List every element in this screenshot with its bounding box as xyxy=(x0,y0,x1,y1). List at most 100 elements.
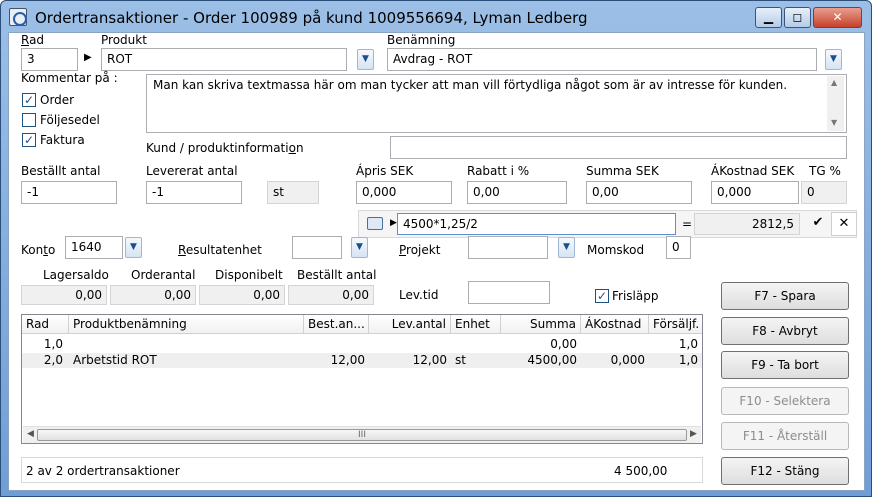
comment-scrollbar[interactable]: ▲ ▼ xyxy=(827,76,844,131)
scroll-right-icon[interactable]: ▶ xyxy=(690,429,697,439)
bestallt-antal-label: Beställt antal xyxy=(21,164,101,178)
faktura-label: Faktura xyxy=(40,133,85,147)
projekt-dropdown-icon[interactable]: ▼ xyxy=(558,237,575,258)
momskod-label: Momskod xyxy=(587,243,645,257)
tg-field: 0 xyxy=(801,181,847,204)
foljesedel-label: Följesedel xyxy=(40,113,100,127)
orderantal-label: Orderantal xyxy=(131,268,196,282)
cell-best-antal: 12,00 xyxy=(330,353,365,367)
resultatenhet-label: Resultatenhet xyxy=(178,243,262,257)
current-row-arrow-icon: ▶ xyxy=(84,52,92,63)
levtid-input[interactable] xyxy=(468,281,550,304)
table-row[interactable]: 1,0 0,00 1,0 xyxy=(22,337,702,352)
disponibelt-label: Disponibelt xyxy=(215,268,283,282)
status-bar: 2 av 2 ordertransaktioner 4 500,00 xyxy=(21,457,703,483)
calc-ok-icon[interactable]: ✔ xyxy=(805,212,831,236)
cell-best-antal xyxy=(304,337,369,352)
summa-input[interactable]: 0,00 xyxy=(586,181,692,204)
column-header-produktbenamning[interactable]: Produktbenämning xyxy=(69,315,304,334)
scrollbar-thumb[interactable]: III xyxy=(37,429,687,441)
cell-produktbenamning: Arbetstid ROT xyxy=(73,353,157,367)
scroll-left-icon[interactable]: ◀ xyxy=(27,429,34,439)
reset-button[interactable]: F11 - Återställ xyxy=(721,422,849,450)
lagersaldo-label: Lagersaldo xyxy=(43,268,109,282)
resultatenhet-dropdown-icon[interactable]: ▼ xyxy=(351,237,368,258)
benamning-dropdown-icon[interactable]: ▼ xyxy=(825,49,842,70)
scroll-up-icon[interactable]: ▲ xyxy=(831,78,837,87)
projekt-input[interactable] xyxy=(468,236,548,259)
akostnad-input[interactable]: 0,000 xyxy=(711,181,799,204)
konto-dropdown-icon[interactable]: ▼ xyxy=(125,237,142,258)
column-header-lev-antal[interactable]: Lev.antal xyxy=(369,315,451,334)
cell-lev-antal: 12,00 xyxy=(412,353,447,367)
produkt-input[interactable]: ROT xyxy=(101,48,347,71)
konto-input[interactable]: 1640 xyxy=(65,236,123,259)
resultatenhet-input[interactable] xyxy=(292,236,342,259)
calc-result-field: 2812,5 xyxy=(694,213,800,235)
maximize-button[interactable]: ◻ xyxy=(784,7,811,28)
produkt-dropdown-icon[interactable]: ▼ xyxy=(357,49,374,70)
total-amount: 4 500,00 xyxy=(614,464,668,478)
close-button[interactable]: ✕ xyxy=(813,7,862,28)
bestallt-antal-input[interactable]: -1 xyxy=(21,181,117,204)
column-header-forsaljf[interactable]: Försäljf. xyxy=(649,315,702,334)
scroll-down-icon[interactable]: ▼ xyxy=(831,118,837,127)
grid-horizontal-scrollbar[interactable]: ◀ III ▶ xyxy=(23,426,701,443)
cell-rad: 2,0 xyxy=(43,353,63,367)
lagersaldo-field: 0,00 xyxy=(21,285,107,305)
transaction-count: 2 av 2 ordertransaktioner xyxy=(26,464,180,478)
column-header-best-antal[interactable]: Best.an... xyxy=(304,315,369,334)
minimize-button[interactable]: ▁ xyxy=(755,7,782,28)
cell-rad: 1,0 xyxy=(43,337,63,351)
rad-input[interactable]: 3 xyxy=(21,48,78,71)
select-button[interactable]: F10 - Selektera xyxy=(721,387,849,415)
produkt-label: Produkt xyxy=(101,33,147,47)
unit-field: st xyxy=(267,181,319,204)
cell-summa: 0,00 xyxy=(550,337,577,351)
cell-akostnad: 0,000 xyxy=(610,353,645,367)
projekt-label: Projekt xyxy=(399,243,441,257)
summa-label: Summa SEK xyxy=(586,164,659,178)
order-checkbox[interactable]: ✓ xyxy=(22,93,36,107)
benamning-label: Benämning xyxy=(387,33,456,47)
calc-cancel-icon[interactable]: ✕ xyxy=(831,212,857,236)
cell-enhet xyxy=(451,337,501,352)
kund-info-input[interactable] xyxy=(390,136,847,159)
momskod-input[interactable]: 0 xyxy=(666,236,691,259)
cell-produktbenamning xyxy=(69,337,304,352)
calculator-icon[interactable] xyxy=(367,217,383,230)
column-header-enhet[interactable]: Enhet xyxy=(451,315,501,334)
column-header-rad[interactable]: Rad xyxy=(22,315,69,334)
faktura-checkbox[interactable]: ✓ xyxy=(22,133,36,147)
cell-lev-antal xyxy=(369,337,451,352)
tg-label: TG % xyxy=(809,164,841,178)
apris-input[interactable]: 0,000 xyxy=(356,181,452,204)
column-header-akostnad[interactable]: ÁKostnad xyxy=(581,315,649,334)
frislapp-checkbox[interactable]: ✓ xyxy=(595,289,609,303)
levererat-antal-label: Levererat antal xyxy=(146,164,238,178)
calc-equals-sign: = xyxy=(682,217,693,231)
apris-label: Ápris SEK xyxy=(356,164,414,178)
title-bar[interactable]: Ordertransaktioner - Order 100989 på kun… xyxy=(1,1,871,33)
save-button[interactable]: F7 - Spara xyxy=(721,282,849,310)
benamning-input[interactable]: Avdrag - ROT xyxy=(387,48,817,71)
transactions-grid[interactable]: Rad Produktbenämning Best.an... Lev.anta… xyxy=(21,314,703,444)
comment-textarea[interactable]: Man kan skriva textmassa här om man tyck… xyxy=(146,74,847,133)
levererat-antal-input[interactable]: -1 xyxy=(146,181,242,204)
close-dialog-button[interactable]: F12 - Stäng xyxy=(721,457,849,485)
foljesedel-checkbox[interactable] xyxy=(22,113,36,127)
rabatt-input[interactable]: 0,00 xyxy=(467,181,567,204)
cancel-button[interactable]: F8 - Avbryt xyxy=(721,317,849,345)
cell-akostnad xyxy=(581,337,649,352)
client-area: Rad 3 ▶ Produkt ROT ▼ Benämning Avdrag -… xyxy=(8,32,865,491)
table-row[interactable]: 2,0 Arbetstid ROT 12,00 12,00 st 4500,00… xyxy=(22,353,702,368)
disponibelt-field: 0,00 xyxy=(199,285,285,305)
kommentar-label: Kommentar på : xyxy=(21,71,118,85)
delete-button[interactable]: F9 - Ta bort xyxy=(721,351,849,379)
order-label: Order xyxy=(40,93,75,107)
calc-expression-input[interactable]: 4500*1,25/2 xyxy=(397,213,676,235)
cell-summa: 4500,00 xyxy=(527,353,577,367)
calc-arrow-icon: ▶ xyxy=(390,218,397,228)
column-header-summa[interactable]: Summa xyxy=(501,315,581,334)
bestallt-antal2-label: Beställt antal xyxy=(297,268,377,282)
